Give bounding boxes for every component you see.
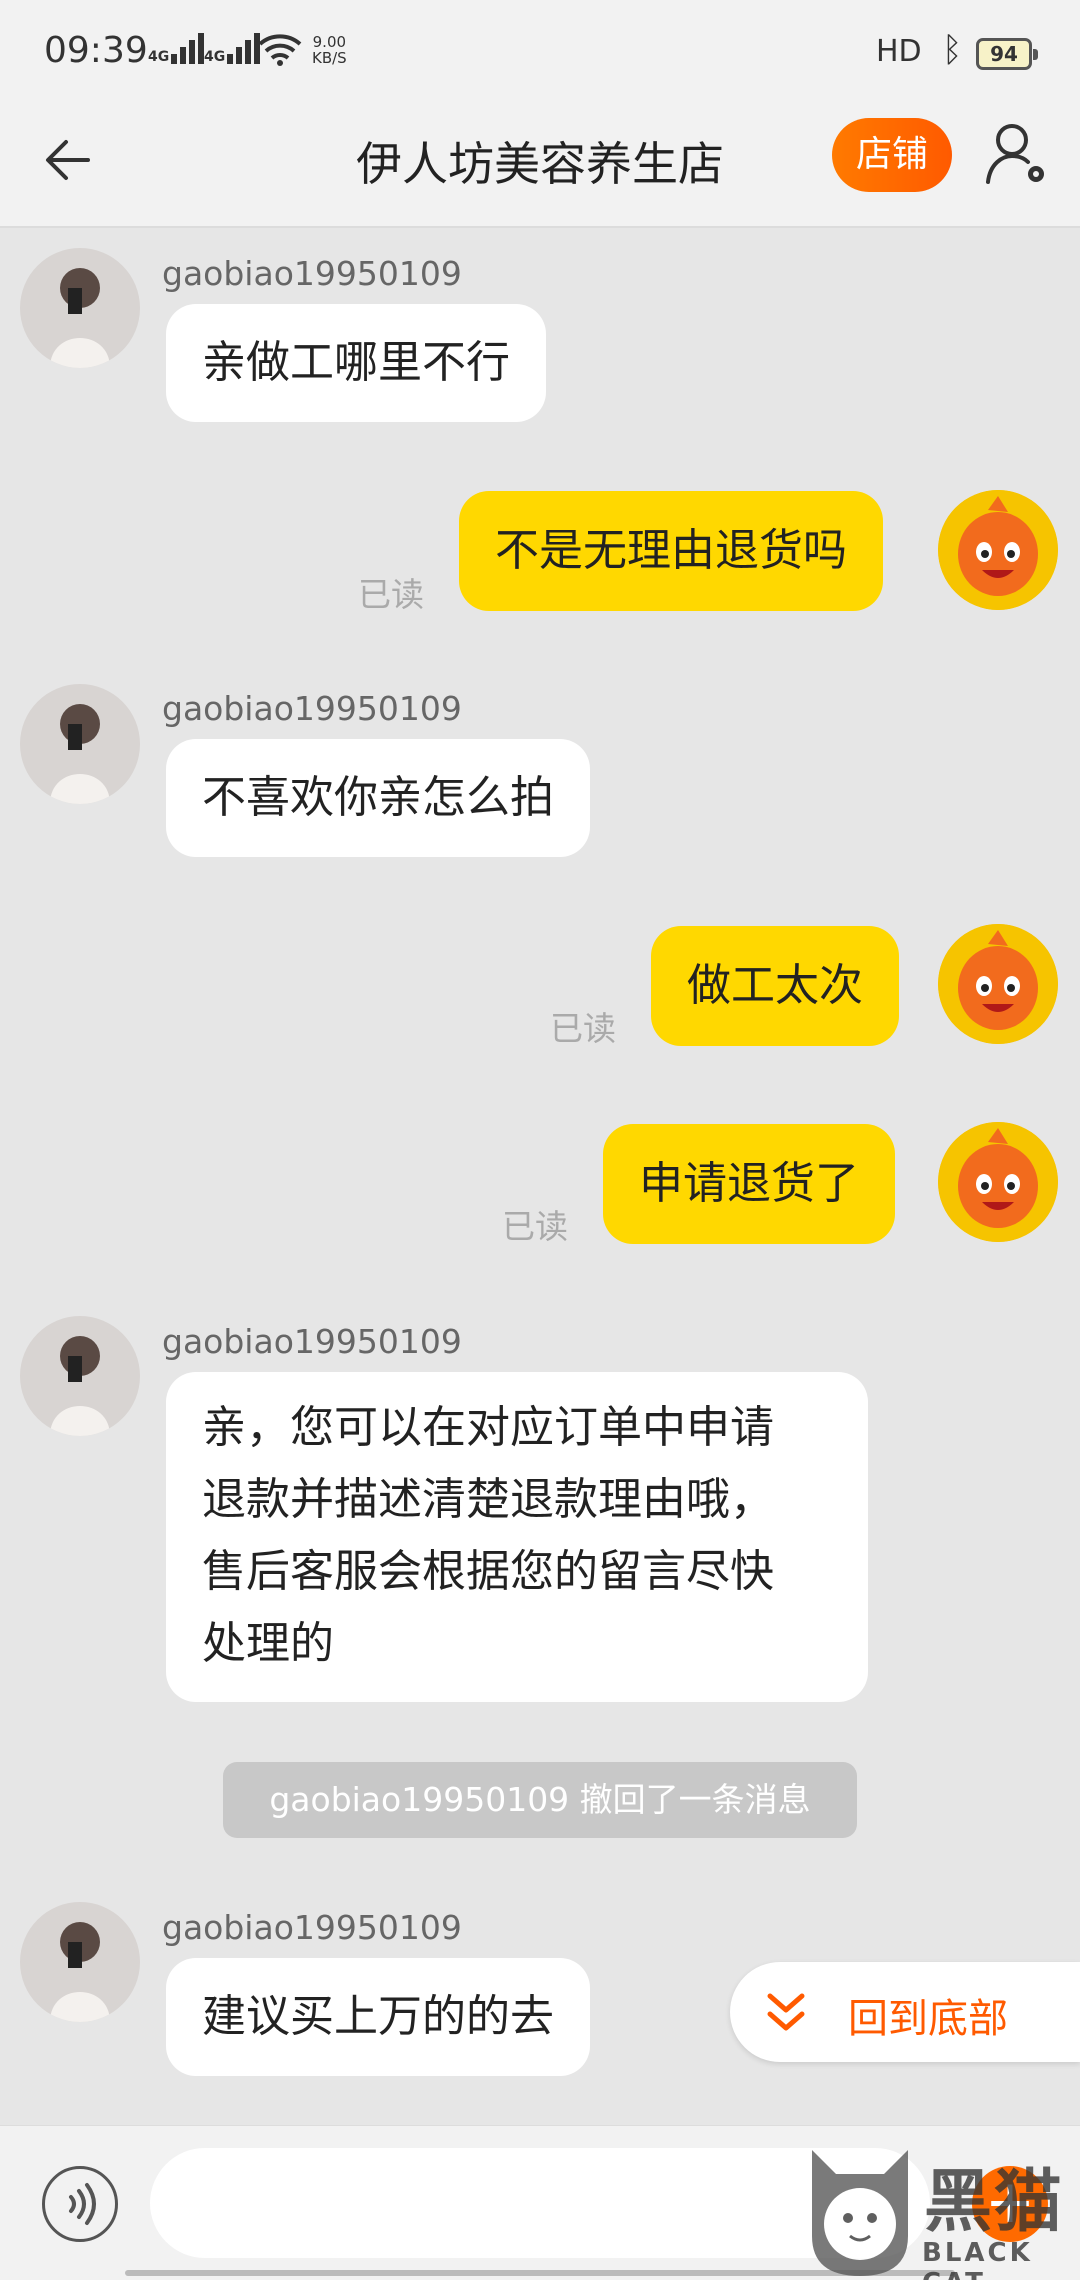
read-status: 已读 bbox=[358, 575, 424, 614]
back-to-bottom-button[interactable]: 回到底部 bbox=[730, 1962, 1080, 2062]
avatar[interactable] bbox=[20, 248, 140, 368]
user-settings-icon[interactable] bbox=[984, 120, 1048, 190]
message-bubble[interactable]: 不是无理由退货吗 bbox=[459, 491, 883, 611]
chat-header: 伊人坊美容养生店 店铺 bbox=[0, 100, 1080, 228]
battery-icon: 94 bbox=[976, 38, 1038, 70]
message-line: 退款并描述清楚退款理由哦， bbox=[202, 1474, 774, 1525]
store-button[interactable]: 店铺 bbox=[832, 118, 952, 192]
my-avatar[interactable] bbox=[938, 924, 1058, 1044]
avatar[interactable] bbox=[20, 1902, 140, 2022]
sender-name: gaobiao19950109 bbox=[162, 254, 462, 293]
signal-icon-1: 4G bbox=[148, 32, 205, 64]
read-status: 已读 bbox=[550, 1009, 616, 1048]
message-bubble[interactable]: 申请退货了 bbox=[603, 1124, 895, 1244]
sender-name: gaobiao19950109 bbox=[162, 1322, 462, 1361]
my-avatar[interactable] bbox=[938, 1122, 1058, 1242]
sender-name: gaobiao19950109 bbox=[162, 689, 462, 728]
avatar[interactable] bbox=[20, 1316, 140, 1436]
bluetooth-icon: ᛒ bbox=[942, 30, 963, 70]
double-chevron-down-icon bbox=[767, 1993, 805, 2031]
voice-button[interactable] bbox=[42, 2166, 118, 2242]
sender-name: gaobiao19950109 bbox=[162, 1908, 462, 1947]
message-bubble[interactable]: 亲做工哪里不行 bbox=[166, 304, 546, 422]
black-cat-watermark: 黑猫 BLACK CAT bbox=[800, 2140, 1080, 2280]
message-bubble[interactable]: 亲，您可以在对应订单中申请 退款并描述清楚退款理由哦， 售后客服会根据您的留言尽… bbox=[166, 1372, 868, 1702]
network-speed: 9.00 KB/S bbox=[312, 33, 347, 67]
back-to-bottom-label: 回到底部 bbox=[848, 1996, 1008, 2042]
status-time: 09:39 bbox=[44, 30, 148, 71]
recall-notice: gaobiao19950109 撤回了一条消息 bbox=[223, 1762, 857, 1838]
wifi-icon bbox=[258, 34, 302, 66]
status-bar: 09:39 4G 4G 9.00 KB/S HD ᛒ 94 bbox=[0, 0, 1080, 100]
avatar[interactable] bbox=[20, 684, 140, 804]
voice-icon bbox=[69, 2183, 96, 2225]
message-line: 处理的 bbox=[202, 1618, 334, 1669]
watermark-subtitle: BLACK CAT bbox=[922, 2238, 1033, 2280]
watermark-title: 黑猫 bbox=[924, 2163, 1065, 2242]
message-line: 亲，您可以在对应订单中申请 bbox=[202, 1402, 774, 1453]
message-line: 售后客服会根据您的留言尽快 bbox=[202, 1546, 774, 1597]
message-bubble[interactable]: 做工太次 bbox=[651, 926, 899, 1046]
message-bubble[interactable]: 建议买上万的的去 bbox=[166, 1958, 590, 2076]
cat-logo-icon bbox=[812, 2150, 908, 2276]
message-bubble[interactable]: 不喜欢你亲怎么拍 bbox=[166, 739, 590, 857]
read-status: 已读 bbox=[502, 1207, 568, 1246]
my-avatar[interactable] bbox=[938, 490, 1058, 610]
signal-icon-2: 4G bbox=[204, 32, 261, 64]
hd-indicator: HD bbox=[876, 34, 922, 69]
